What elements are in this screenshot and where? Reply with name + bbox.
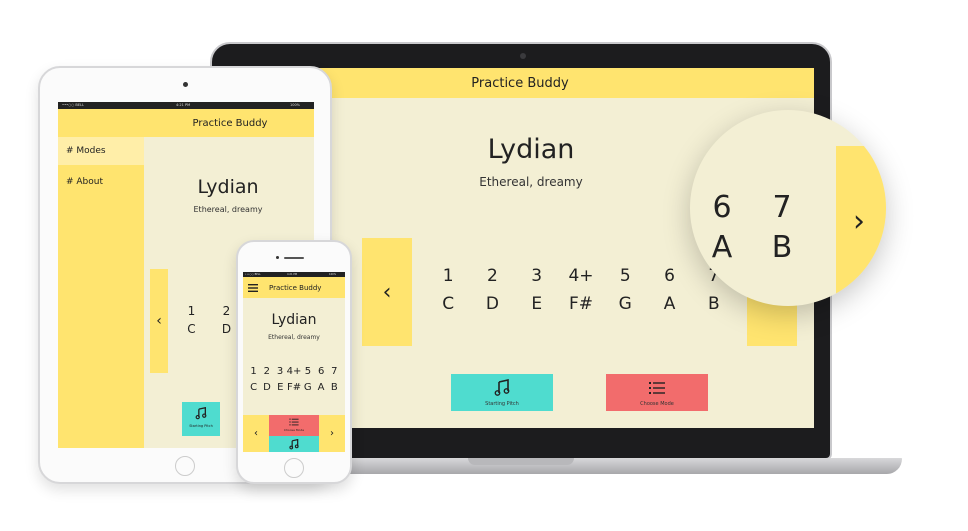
- ipad-home-button[interactable]: [175, 456, 195, 476]
- iphone-scale-degree-2: 2: [263, 366, 270, 377]
- previous-mode-button[interactable]: ‹: [362, 238, 412, 346]
- choose-mode-button[interactable]: Choose Mode: [606, 374, 708, 411]
- ipad-app-title: Practice Buddy: [192, 117, 268, 129]
- scale-notes-row: C D E F# G A B: [426, 294, 736, 318]
- iphone-scale-note-2: D: [263, 382, 271, 393]
- chevron-right-icon: ›: [853, 203, 865, 239]
- magnified-note-b: B: [771, 230, 793, 265]
- iphone-title-bar: Practice Buddy: [243, 277, 345, 298]
- iphone-scale-note-5: G: [303, 382, 312, 393]
- ipad-starting-pitch-button[interactable]: Starting Pitch: [182, 402, 220, 436]
- scale-degrees-row: 1 2 3 4+ 5 6 7: [426, 266, 736, 290]
- iphone-mode-title: Lydian: [271, 312, 317, 328]
- ipad-mode-description: Ethereal, dreamy: [193, 205, 263, 214]
- battery-text: 100%: [329, 273, 337, 276]
- carrier-text: •••○○ BELL: [245, 273, 261, 276]
- magnified-degree-7: 7: [772, 190, 792, 225]
- iphone-choose-mode-label: Choose Mode: [283, 428, 305, 432]
- magnifier-lens: › 6 7 A B: [690, 110, 886, 306]
- sidebar-item-about[interactable]: # About: [58, 171, 144, 195]
- magnified-next-button[interactable]: ›: [836, 146, 886, 296]
- hamburger-menu-icon[interactable]: [248, 284, 258, 292]
- iphone-previous-button[interactable]: ‹: [243, 415, 269, 452]
- iphone-camera: [276, 256, 279, 259]
- ipad-scale-degree-1: 1: [187, 304, 196, 318]
- iphone-starting-pitch-button[interactable]: [269, 436, 319, 452]
- app-title: Practice Buddy: [471, 75, 569, 91]
- scale-degree-1: 1: [442, 266, 454, 286]
- iphone-speaker: [284, 257, 304, 259]
- chevron-right-icon: ›: [330, 428, 334, 439]
- starting-pitch-label: Starting Pitch: [485, 401, 519, 407]
- scale-degree-2: 2: [487, 266, 498, 286]
- iphone-scale-degree-6: 6: [317, 366, 325, 377]
- battery-text: 100%: [290, 103, 301, 107]
- mode-title: Lydian: [487, 134, 575, 165]
- magnified-degree-6: 6: [712, 190, 732, 225]
- iphone-next-button[interactable]: ›: [319, 415, 345, 452]
- scale-note-5: G: [618, 294, 632, 314]
- ipad-status-bar: •••○○ BELL 4:21 PM 100%: [58, 102, 314, 109]
- iphone-notes-row: C D E F# G A B: [247, 382, 341, 396]
- choose-mode-label: Choose Mode: [640, 401, 674, 407]
- clock-text: 4:21 PM: [287, 273, 298, 276]
- iphone-scale-note-4: F#: [286, 382, 302, 393]
- ipad-scale-note-1: C: [187, 322, 196, 336]
- ipad-starting-pitch-label: Starting Pitch: [189, 424, 213, 428]
- sidebar-item-label: # Modes: [66, 146, 106, 156]
- sidebar-item-label: # About: [66, 177, 104, 187]
- scale-note-7: B: [707, 294, 720, 314]
- laptop-camera: [520, 53, 526, 59]
- scale-note-4: F#: [568, 294, 593, 314]
- iphone-scale-note-3: E: [277, 382, 284, 393]
- mode-description: Ethereal, dreamy: [479, 175, 583, 189]
- iphone-scale-note-1: C: [250, 382, 258, 393]
- iphone-home-button[interactable]: [284, 458, 304, 478]
- ipad-previous-button[interactable]: ‹: [150, 269, 168, 373]
- ipad-mode-title: Lydian: [197, 176, 259, 198]
- iphone-scale-note-6: A: [317, 382, 325, 393]
- music-note-icon: [494, 379, 510, 396]
- chevron-left-icon: ‹: [254, 428, 258, 439]
- iphone-choose-mode-button[interactable]: Choose Mode: [269, 415, 319, 436]
- scale-degree-3: 3: [531, 266, 543, 286]
- iphone-mode-description: Ethereal, dreamy: [268, 334, 320, 341]
- list-icon: [289, 418, 299, 426]
- laptop-notch: [468, 458, 574, 465]
- sidebar-item-modes[interactable]: # Modes: [58, 137, 144, 165]
- starting-pitch-button[interactable]: Starting Pitch: [451, 374, 553, 411]
- chevron-left-icon: ‹: [156, 313, 162, 329]
- iphone-screen: •••○○ BELL 4:21 PM 100% Practice Buddy L…: [243, 272, 345, 452]
- ipad-sidebar: # Modes # About: [58, 137, 144, 448]
- scale-degree-4: 4+: [568, 266, 594, 286]
- ipad-camera: [183, 82, 188, 87]
- list-icon: [649, 382, 665, 394]
- iphone-degrees-row: 1 2 3 4+ 5 6 7: [247, 366, 341, 380]
- ipad-title-bar: Practice Buddy: [58, 109, 314, 137]
- music-note-icon: [195, 407, 207, 420]
- iphone-scale-degree-1: 1: [250, 366, 257, 377]
- iphone-scale-degree-3: 3: [276, 366, 284, 377]
- scale-note-1: C: [442, 294, 455, 314]
- music-note-icon: [289, 439, 299, 450]
- iphone-scale-degree-7: 7: [331, 366, 338, 377]
- iphone-app-title: Practice Buddy: [269, 284, 322, 292]
- scale-note-3: E: [531, 294, 543, 314]
- iphone-scale-note-7: B: [330, 382, 338, 393]
- carrier-text: •••○○ BELL: [62, 103, 84, 107]
- scale-degree-6: 6: [664, 266, 675, 286]
- iphone-scale-degree-4: 4+: [286, 366, 302, 377]
- magnified-note-a: A: [711, 230, 733, 265]
- iphone-scale-degree-5: 5: [304, 366, 312, 377]
- scale-note-2: D: [485, 294, 499, 314]
- clock-text: 4:21 PM: [176, 103, 191, 107]
- scale-degree-5: 5: [619, 266, 631, 286]
- chevron-left-icon: ‹: [382, 279, 392, 305]
- scale-note-6: A: [663, 294, 676, 314]
